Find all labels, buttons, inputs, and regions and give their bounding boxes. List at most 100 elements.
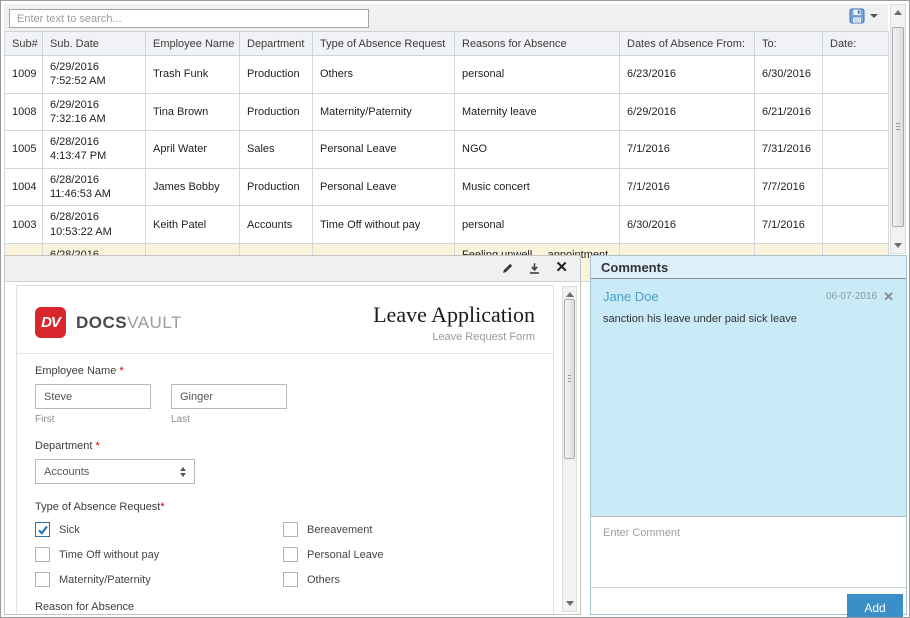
department-select[interactable]: Accounts: [35, 459, 195, 484]
column-header[interactable]: Department: [240, 32, 313, 56]
table-cell[interactable]: Trash Funk: [146, 56, 240, 94]
column-header[interactable]: Reasons for Absence: [455, 32, 620, 56]
comment-input[interactable]: [591, 517, 906, 587]
table-cell[interactable]: Tina Brown: [146, 93, 240, 131]
checkbox-checked-icon[interactable]: [35, 522, 50, 537]
table-cell[interactable]: [823, 56, 889, 94]
checkbox-icon[interactable]: [283, 547, 298, 562]
form-header: DV DOCSVAULT Leave Application Leave Req…: [17, 286, 553, 354]
table-scrollbar[interactable]: [890, 4, 906, 254]
table-cell[interactable]: Maternity leave: [455, 93, 620, 131]
table-cell[interactable]: 7/31/2016: [755, 131, 823, 169]
table-cell[interactable]: [823, 131, 889, 169]
table-cell[interactable]: 1005: [5, 131, 43, 169]
table-row[interactable]: 10096/29/2016 7:52:52 AMTrash FunkProduc…: [5, 56, 889, 94]
table-cell[interactable]: 1008: [5, 93, 43, 131]
form-title: Leave Application: [373, 302, 535, 328]
scroll-down-arrow[interactable]: [891, 238, 905, 253]
checkbox-icon[interactable]: [283, 572, 298, 587]
table-cell[interactable]: April Water: [146, 131, 240, 169]
column-header[interactable]: Employee Name: [146, 32, 240, 56]
last-name-input[interactable]: [171, 384, 287, 409]
table-cell[interactable]: 6/21/2016: [755, 93, 823, 131]
table-cell[interactable]: personal: [455, 56, 620, 94]
save-icon[interactable]: [849, 8, 865, 24]
table-cell[interactable]: 6/28/2016 10:53:22 AM: [43, 206, 146, 244]
up-down-arrows-icon[interactable]: [180, 467, 186, 477]
column-header[interactable]: To:: [755, 32, 823, 56]
table-cell[interactable]: Others: [313, 56, 455, 94]
table-cell[interactable]: Personal Leave: [313, 168, 455, 206]
table-cell[interactable]: Keith Patel: [146, 206, 240, 244]
table-cell[interactable]: 6/28/2016 11:46:53 AM: [43, 168, 146, 206]
absence-type-option[interactable]: Sick: [35, 522, 283, 537]
table-cell[interactable]: Production: [240, 56, 313, 94]
comment-input-area: [591, 516, 906, 587]
checkbox-label: Sick: [59, 524, 80, 536]
absence-type-option[interactable]: Time Off without pay: [35, 547, 283, 562]
table-cell[interactable]: Maternity/Paternity: [313, 93, 455, 131]
absence-type-option[interactable]: Maternity/Paternity: [35, 572, 283, 587]
checkbox-icon[interactable]: [35, 547, 50, 562]
table-cell[interactable]: [823, 206, 889, 244]
column-header[interactable]: Sub. Date: [43, 32, 146, 56]
absence-type-option[interactable]: Bereavement: [283, 522, 535, 537]
table-cell[interactable]: 1009: [5, 56, 43, 94]
table-cell[interactable]: Time Off without pay: [313, 206, 455, 244]
table-cell[interactable]: 6/29/2016 7:32:16 AM: [43, 93, 146, 131]
table-cell[interactable]: 6/23/2016: [620, 56, 755, 94]
table-row[interactable]: 10086/29/2016 7:32:16 AMTina BrownProduc…: [5, 93, 889, 131]
first-name-sublabel: First: [35, 414, 151, 425]
table-cell[interactable]: Sales: [240, 131, 313, 169]
close-icon[interactable]: ✕: [555, 261, 568, 275]
column-header[interactable]: Sub#: [5, 32, 43, 56]
table-cell[interactable]: Production: [240, 93, 313, 131]
absence-type-option[interactable]: Others: [283, 572, 535, 587]
table-cell[interactable]: 1004: [5, 168, 43, 206]
table-cell[interactable]: 6/28/2016 4:13:47 PM: [43, 131, 146, 169]
scrollbar-thumb[interactable]: [564, 299, 575, 459]
required-asterisk: *: [119, 365, 123, 377]
table-cell[interactable]: personal: [455, 206, 620, 244]
table-cell[interactable]: 7/1/2016: [755, 206, 823, 244]
save-dropdown-button[interactable]: [849, 8, 878, 24]
table-cell[interactable]: 6/29/2016 7:52:52 AM: [43, 56, 146, 94]
column-header[interactable]: Type of Absence Request: [313, 32, 455, 56]
table-cell[interactable]: [823, 168, 889, 206]
table-cell[interactable]: 1003: [5, 206, 43, 244]
table-cell[interactable]: 7/7/2016: [755, 168, 823, 206]
comment-author-link[interactable]: Jane Doe: [603, 289, 659, 304]
download-icon[interactable]: [528, 262, 541, 275]
table-row[interactable]: 10056/28/2016 4:13:47 PMApril WaterSales…: [5, 131, 889, 169]
absence-type-grid: Sick BereavementTime Off without payPerso…: [35, 522, 535, 587]
scrollbar-thumb[interactable]: [892, 27, 904, 227]
add-comment-button[interactable]: Add: [847, 594, 903, 618]
checkbox-icon[interactable]: [283, 522, 298, 537]
table-cell[interactable]: NGO: [455, 131, 620, 169]
first-name-input[interactable]: [35, 384, 151, 409]
chevron-down-icon[interactable]: [870, 14, 878, 18]
table-cell[interactable]: James Bobby: [146, 168, 240, 206]
table-cell[interactable]: 7/1/2016: [620, 131, 755, 169]
table-cell[interactable]: Production: [240, 168, 313, 206]
table-cell[interactable]: Music concert: [455, 168, 620, 206]
absence-type-option[interactable]: Personal Leave: [283, 547, 535, 562]
column-header[interactable]: Dates of Absence From:: [620, 32, 755, 56]
delete-comment-icon[interactable]: ✕: [883, 292, 894, 302]
scroll-up-arrow[interactable]: [891, 5, 905, 20]
checkbox-icon[interactable]: [35, 572, 50, 587]
table-cell[interactable]: 7/1/2016: [620, 168, 755, 206]
edit-pencil-icon[interactable]: [501, 262, 514, 275]
table-cell[interactable]: 6/30/2016: [620, 206, 755, 244]
table-row[interactable]: 10046/28/2016 11:46:53 AMJames BobbyProd…: [5, 168, 889, 206]
table-cell[interactable]: Personal Leave: [313, 131, 455, 169]
table-cell[interactable]: 6/29/2016: [620, 93, 755, 131]
column-header[interactable]: Date:: [823, 32, 889, 56]
table-cell[interactable]: Accounts: [240, 206, 313, 244]
table-cell[interactable]: 6/30/2016: [755, 56, 823, 94]
search-input[interactable]: [9, 9, 369, 28]
form-scrollbar[interactable]: [562, 286, 577, 612]
table-cell[interactable]: [823, 93, 889, 131]
scroll-down-arrow[interactable]: [563, 596, 576, 611]
table-row[interactable]: 10036/28/2016 10:53:22 AMKeith PatelAcco…: [5, 206, 889, 244]
